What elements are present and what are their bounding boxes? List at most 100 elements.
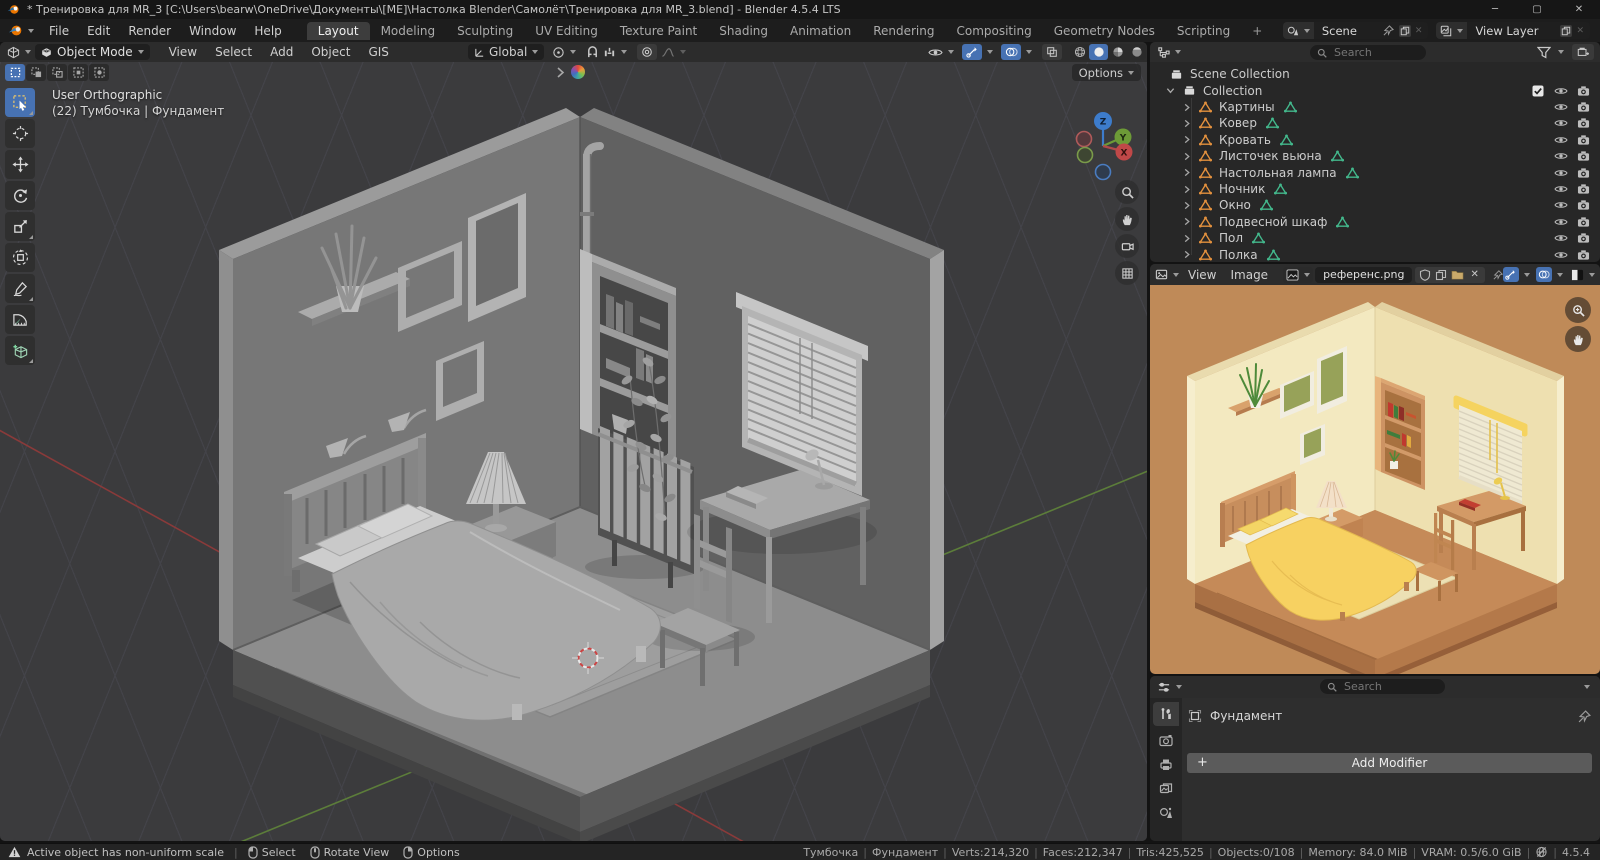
tab-tool[interactable] [1153, 702, 1179, 726]
tool-add-cube[interactable] [5, 336, 35, 365]
eye-icon[interactable] [1554, 232, 1568, 244]
editor-type-button[interactable] [0, 46, 35, 59]
eye-icon[interactable] [1554, 117, 1568, 129]
tool-transform[interactable] [5, 243, 35, 272]
outliner-row-object[interactable]: Подвесной шкаф [1150, 214, 1600, 230]
chevron-right-icon[interactable] [1183, 152, 1191, 161]
visibility-dropdown[interactable] [928, 46, 954, 59]
camera-icon[interactable] [1577, 183, 1590, 195]
properties-options-dropdown[interactable] [1584, 685, 1590, 689]
outliner-row-scene-collection[interactable]: Scene Collection [1150, 66, 1600, 82]
tool-scale[interactable] [5, 212, 35, 241]
app-menu-button[interactable] [0, 23, 40, 38]
snap-settings[interactable] [603, 46, 627, 59]
gizmo-toggle[interactable] [962, 44, 982, 60]
folder-icon[interactable] [1451, 269, 1464, 281]
perspective-toggle-button[interactable] [1115, 261, 1139, 285]
image-gizmo-toggle[interactable] [1503, 267, 1519, 282]
viewport-menu-add[interactable]: Add [261, 45, 302, 59]
tool-annotate[interactable] [5, 274, 35, 303]
outliner-search-input[interactable] [1310, 45, 1426, 60]
add-workspace-button[interactable]: + [1241, 22, 1273, 40]
tool-measure[interactable] [5, 305, 35, 334]
zoom-view-button[interactable] [1115, 180, 1139, 204]
tab-texture-paint[interactable]: Texture Paint [609, 22, 708, 40]
viewport-menu-view[interactable]: View [160, 45, 206, 59]
camera-icon[interactable] [1577, 167, 1590, 179]
tab-render[interactable] [1153, 728, 1179, 752]
camera-icon[interactable] [1577, 216, 1590, 228]
tool-move[interactable] [5, 150, 35, 179]
view-layer-selector[interactable]: View Layer ✕ [1436, 22, 1590, 39]
menu-render[interactable]: Render [119, 24, 180, 38]
pan-view-button[interactable] [1115, 207, 1139, 231]
menu-edit[interactable]: Edit [78, 24, 119, 38]
chevron-right-icon[interactable] [1183, 103, 1191, 112]
new-collection-button[interactable] [1572, 44, 1594, 60]
tab-uv-editing[interactable]: UV Editing [524, 22, 609, 40]
chevron-right-icon[interactable] [1183, 250, 1191, 259]
eye-icon[interactable] [1554, 150, 1568, 162]
outliner-row-object[interactable]: Картины [1150, 99, 1600, 115]
falloff-selector[interactable] [661, 46, 686, 59]
viewport-menu-gis[interactable]: GIS [359, 45, 397, 59]
fake-user-shield-icon[interactable] [1419, 269, 1431, 281]
mode-selector[interactable]: Object Mode [35, 44, 150, 60]
camera-view-button[interactable] [1115, 234, 1139, 258]
outliner-row-object[interactable]: Полка [1150, 247, 1600, 262]
reference-image[interactable] [1150, 285, 1600, 674]
select-mode-intersect[interactable] [89, 64, 109, 81]
eye-icon[interactable] [1554, 167, 1568, 179]
breadcrumb-object-name[interactable]: Фундамент [1210, 709, 1282, 723]
viewport-menu-select[interactable]: Select [206, 45, 261, 59]
image-pan-button[interactable] [1565, 326, 1591, 352]
outliner-row-object[interactable]: Пол [1150, 230, 1600, 246]
pin-icon[interactable] [1383, 25, 1394, 36]
outliner-row-object[interactable]: Окно [1150, 197, 1600, 213]
viewport-canvas[interactable]: Options User Orthographic (22) Тумбочка … [0, 62, 1147, 841]
eye-icon[interactable] [1554, 101, 1568, 113]
display-channels-selector[interactable] [1571, 269, 1595, 281]
outliner-row-object[interactable]: Ночник [1150, 181, 1600, 197]
image-editor-type-button[interactable] [1150, 268, 1181, 281]
camera-icon[interactable] [1577, 249, 1590, 261]
scene-selector[interactable]: Scene ✕ [1283, 22, 1429, 39]
tab-layout[interactable]: Layout [307, 22, 370, 40]
select-mode-extend[interactable] [26, 64, 46, 81]
tool-header-expand-icon[interactable] [556, 66, 565, 79]
select-mode-set[interactable] [5, 64, 25, 81]
tab-animation[interactable]: Animation [779, 22, 862, 40]
tab-scripting[interactable]: Scripting [1166, 22, 1241, 40]
chevron-down-icon[interactable] [1166, 86, 1175, 95]
tab-view-layer[interactable] [1153, 776, 1179, 800]
chevron-right-icon[interactable] [1183, 168, 1191, 177]
tab-shading[interactable]: Shading [708, 22, 779, 40]
eye-icon[interactable] [1554, 134, 1568, 146]
proportional-editing-toggle[interactable] [637, 44, 657, 60]
eye-icon[interactable] [1554, 216, 1568, 228]
camera-icon[interactable] [1577, 199, 1590, 211]
filter-icon[interactable] [1537, 46, 1551, 59]
outliner-editor-type-button[interactable] [1150, 46, 1185, 59]
tab-compositing[interactable]: Compositing [945, 22, 1042, 40]
shading-material-button[interactable] [1108, 44, 1127, 60]
viewport-menu-object[interactable]: Object [302, 45, 359, 59]
image-menu-image[interactable]: Image [1223, 268, 1275, 282]
snap-toggle[interactable] [586, 46, 599, 59]
chevron-right-icon[interactable] [1183, 217, 1191, 226]
chevron-right-icon[interactable] [1183, 135, 1191, 144]
camera-icon[interactable] [1577, 232, 1590, 244]
select-mode-invert[interactable] [68, 64, 88, 81]
add-modifier-button[interactable]: + Add Modifier [1187, 753, 1592, 773]
pivot-selector[interactable] [552, 46, 576, 59]
shading-rendered-button[interactable] [1127, 44, 1146, 60]
camera-icon[interactable] [1577, 85, 1590, 97]
select-mode-subtract[interactable] [47, 64, 67, 81]
camera-icon[interactable] [1577, 117, 1590, 129]
image-overlays-toggle[interactable] [1536, 267, 1552, 282]
camera-icon[interactable] [1577, 134, 1590, 146]
chevron-right-icon[interactable] [1183, 234, 1191, 243]
navigation-gizmo[interactable]: Z Y X [1063, 108, 1143, 188]
chevron-right-icon[interactable] [1183, 119, 1191, 128]
overlays-toggle[interactable] [1001, 44, 1021, 60]
